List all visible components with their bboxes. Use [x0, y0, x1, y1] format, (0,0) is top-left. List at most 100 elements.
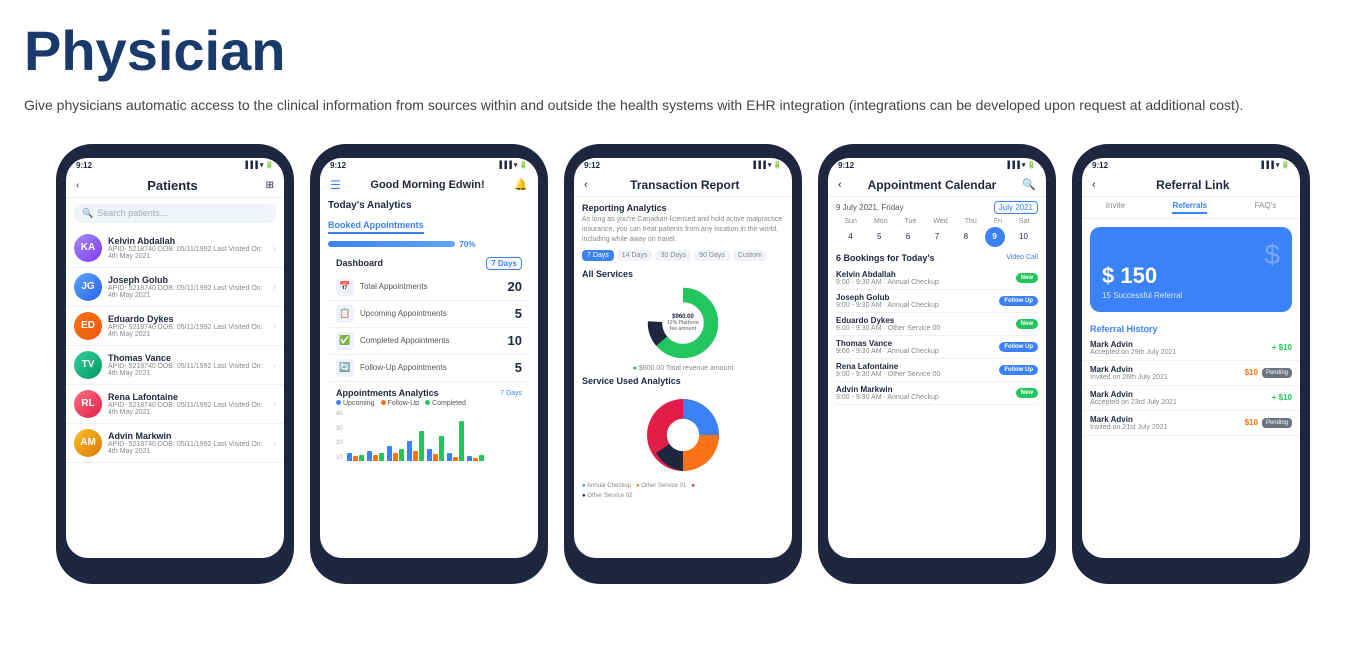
cal-day[interactable]: 8 [956, 227, 976, 247]
patient-info: Thomas Vance APID- 5218740 DOB: 05/11/19… [108, 353, 267, 377]
list-item[interactable]: TV Thomas Vance APID- 5218740 DOB: 05/11… [66, 346, 284, 385]
referral-tab[interactable]: Referrals [1172, 201, 1207, 214]
referral-tab[interactable]: Invite [1106, 201, 1125, 214]
video-call[interactable]: Video Call [1006, 254, 1038, 261]
referral-info: Mark Advin Accepted on 23rd July 2021 [1090, 390, 1177, 406]
search-bar[interactable]: 🔍 Search patients... [74, 204, 276, 223]
patient-name: Joseph Golub [108, 275, 267, 285]
referral-amount: $ 150 [1102, 263, 1157, 289]
booking-item[interactable]: Rena Lafontaine 9:00 - 9:30 AM · Other S… [836, 359, 1038, 382]
status-time-5: 9:12 [1092, 161, 1108, 170]
stat-icon: 📅 [336, 278, 354, 296]
avatar: KA [74, 234, 102, 262]
stat-label: Completed Appointments [360, 336, 502, 345]
menu-icon[interactable]: ☰ [330, 178, 341, 192]
booking-badge: New [1016, 319, 1038, 329]
referral-title: Referral Link [1096, 178, 1290, 192]
list-item[interactable]: JG Joseph Golub APID- 5218740 DOB: 05/11… [66, 268, 284, 307]
filter-icon[interactable]: ⊞ [266, 180, 274, 191]
cal-day[interactable]: 6 [898, 227, 918, 247]
patient-chevron-icon: › [273, 399, 276, 409]
referral-item-name: Mark Advin [1090, 340, 1176, 349]
appt-days: 7 Days [500, 390, 522, 397]
status-icons-2: ▐▐▐ ▾ 🔋 [497, 161, 528, 169]
bookings-header: 6 Bookings for Today's Video Call [836, 253, 1038, 263]
cal-day[interactable]: 7 [927, 227, 947, 247]
booked-bar: 70% [328, 240, 530, 249]
booking-name: Eduardo Dykes [836, 316, 940, 325]
referral-item: Mark Advin Accepted on 23rd July 2021 + … [1082, 386, 1300, 411]
status-bar-4: 9:12 ▐▐▐ ▾ 🔋 [828, 158, 1046, 172]
filter-tab[interactable]: 14 Days [617, 250, 653, 261]
cal-day-header: Fri [994, 218, 1002, 225]
referral-item: Mark Advin Accepted on 29th July 2021 + … [1082, 336, 1300, 361]
cal-day-header: Tue [905, 218, 917, 225]
phone-1-screen: 9:12 ▐▐▐ ▾ 🔋 ‹ Patients ⊞ 🔍 Search patie… [66, 158, 284, 558]
avatar: JG [74, 273, 102, 301]
referral-amount-section: $10 Pending [1245, 418, 1292, 428]
booking-item[interactable]: Eduardo Dykes 9:00 - 9:30 AM · Other Ser… [836, 313, 1038, 336]
analytics-section: Today's Analytics Booked Appointments 70… [320, 196, 538, 467]
filter-tab[interactable]: 7 Days [582, 250, 614, 261]
patient-name: Advin Markwin [108, 431, 267, 441]
referral-tab[interactable]: FAQ's [1255, 201, 1277, 214]
filter-tab[interactable]: 90 Days [694, 250, 730, 261]
patient-details: APID- 5218740 DOB: 05/11/1992 Last Visit… [108, 402, 267, 416]
list-item[interactable]: RL Rena Lafontaine APID- 5218740 DOB: 05… [66, 385, 284, 424]
avatar: RL [74, 390, 102, 418]
filter-tab[interactable]: Custom [733, 250, 767, 261]
search-icon-4[interactable]: 🔍 [1022, 178, 1036, 191]
stat-value: 20 [508, 279, 522, 294]
filter-tab[interactable]: 30 Days [655, 250, 691, 261]
referral-item-name: Mark Advin [1090, 415, 1167, 424]
booking-item[interactable]: Advin Markwin 9:00 - 9:30 AM · Annual Ch… [836, 382, 1038, 405]
status-time-1: 9:12 [76, 161, 92, 170]
list-item[interactable]: KA Kelvin Abdallah APID- 5218740 DOB: 05… [66, 229, 284, 268]
cal-day[interactable]: 4 [840, 227, 860, 247]
booking-item[interactable]: Thomas Vance 9:00 - 9:30 AM · Annual Che… [836, 336, 1038, 359]
patient-details: APID- 5218740 DOB: 05/11/1992 Last Visit… [108, 441, 267, 455]
stat-label: Follow-Up Appointments [360, 363, 509, 372]
status-time-3: 9:12 [584, 161, 600, 170]
donut-label: $960.00 12% Platform fee amount [667, 314, 699, 332]
patient-details: APID- 5218740 DOB: 05/11/1992 Last Visit… [108, 363, 267, 377]
cal-date-row: 9 July 2021, Friday July 2021 [836, 201, 1038, 214]
patient-name: Kelvin Abdallah [108, 236, 267, 246]
status-bar-5: 9:12 ▐▐▐ ▾ 🔋 [1082, 158, 1300, 172]
booking-time: 9:00 - 9:30 AM · Annual Checkup [836, 394, 939, 401]
patient-details: APID- 5218740 DOB: 05/11/1992 Last Visit… [108, 285, 267, 299]
bell-icon[interactable]: 🔔 [514, 178, 528, 191]
booking-item[interactable]: Joseph Golub 9:00 - 9:30 AM · Annual Che… [836, 290, 1038, 313]
referral-amount-section: $10 Pending [1245, 368, 1292, 378]
cal-date: 9 July 2021, Friday [836, 203, 904, 212]
cal-day-header: Mon [874, 218, 888, 225]
status-time-2: 9:12 [330, 161, 346, 170]
booking-name: Thomas Vance [836, 339, 939, 348]
cal-month[interactable]: July 2021 [994, 201, 1038, 214]
booked-tab[interactable]: Booked Appointments [328, 217, 424, 234]
cal-day[interactable]: 9 [985, 227, 1005, 247]
booking-time: 9:00 - 9:30 AM · Annual Checkup [836, 279, 939, 286]
calendar-section: 9 July 2021, Friday July 2021 SunMonTueW… [828, 197, 1046, 409]
list-item[interactable]: AM Advin Markwin APID- 5218740 DOB: 05/1… [66, 424, 284, 463]
patient-details: APID- 5218740 DOB: 05/11/1992 Last Visit… [108, 324, 267, 338]
booking-item[interactable]: Kelvin Abdallah 9:00 - 9:30 AM · Annual … [836, 267, 1038, 290]
referral-amount-value: $10 [1245, 368, 1258, 377]
referral-amount-value: + $10 [1272, 393, 1292, 402]
stats-list: 📅 Total Appointments 20 📋 Upcoming Appoi… [328, 274, 530, 382]
cal-day[interactable]: 10 [1013, 227, 1033, 247]
reporting-desc: As long as you're Canadian-licensed and … [582, 215, 784, 244]
booking-name: Joseph Golub [836, 293, 939, 302]
days-select[interactable]: 7 Days [486, 257, 522, 270]
list-item[interactable]: ED Eduardo Dykes APID- 5218740 DOB: 05/1… [66, 307, 284, 346]
cal-day[interactable]: 5 [869, 227, 889, 247]
patient-info: Joseph Golub APID- 5218740 DOB: 05/11/19… [108, 275, 267, 299]
phone-4-screen: 9:12 ▐▐▐ ▾ 🔋 ‹ Appointment Calendar 🔍 9 … [828, 158, 1046, 558]
booking-time: 9:00 - 9:30 AM · Annual Checkup [836, 302, 939, 309]
referrals-list: Mark Advin Accepted on 29th July 2021 + … [1082, 336, 1300, 436]
booked-bar-fill [328, 241, 455, 247]
patient-info: Kelvin Abdallah APID- 5218740 DOB: 05/11… [108, 236, 267, 260]
cal-day-header: Sun [845, 218, 857, 225]
patient-name: Eduardo Dykes [108, 314, 267, 324]
appt-analytics-title: Appointments Analytics [336, 388, 439, 398]
